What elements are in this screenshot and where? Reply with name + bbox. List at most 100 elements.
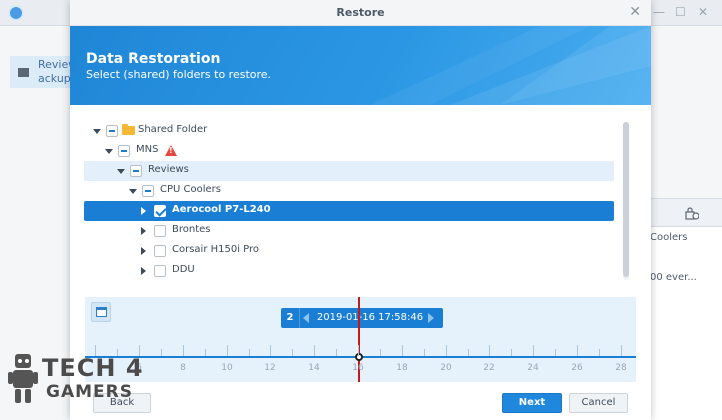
dialog-banner: Data Restoration Select (shared) folders… bbox=[70, 26, 651, 105]
watermark-line1: TECH 4 bbox=[42, 354, 144, 382]
timeline-tick bbox=[424, 349, 425, 356]
tree-row[interactable]: Brontes bbox=[84, 221, 614, 241]
tree-item-label: DDU bbox=[172, 264, 195, 275]
robot-mascot-icon bbox=[8, 354, 38, 403]
timeline-tick bbox=[161, 349, 162, 356]
collapse-arrow-icon[interactable] bbox=[129, 189, 137, 194]
timeline-tick-label: 8 bbox=[180, 363, 186, 373]
timeline-tick-label: 24 bbox=[527, 363, 539, 373]
tree-item-label: Reviews bbox=[148, 164, 189, 175]
tree-row[interactable]: Corsair H150i Pro bbox=[84, 241, 614, 261]
timeline-tick bbox=[402, 345, 403, 356]
timeline-tick bbox=[577, 345, 578, 356]
tree-checkbox[interactable] bbox=[154, 225, 166, 237]
tree-checkbox[interactable] bbox=[130, 165, 142, 177]
tree-checkbox[interactable] bbox=[154, 245, 166, 257]
timeline-tick-label: 14 bbox=[308, 363, 320, 373]
version-timeline[interactable]: 2 2019-01-16 17:58:46 6 8 10 12 14 16 18 20 22 24… bbox=[85, 297, 636, 382]
collapse-arrow-icon[interactable] bbox=[93, 129, 101, 134]
lock-icon[interactable] bbox=[685, 206, 699, 220]
tree-row[interactable]: Reviews bbox=[84, 161, 614, 181]
warning-icon bbox=[165, 145, 177, 156]
dialog-title: Restore bbox=[336, 6, 385, 19]
timeline-tick-label: 16 bbox=[352, 363, 364, 373]
calendar-icon bbox=[96, 307, 107, 317]
tree-checkbox[interactable] bbox=[154, 265, 166, 277]
timeline-tick bbox=[270, 345, 271, 356]
calendar-button[interactable] bbox=[91, 302, 111, 322]
maximize-icon[interactable]: ☐ bbox=[675, 5, 686, 19]
previous-version-icon[interactable] bbox=[303, 313, 309, 323]
close-icon[interactable]: ✕ bbox=[698, 5, 708, 19]
timeline-tick bbox=[336, 349, 337, 356]
timeline-tick bbox=[292, 349, 293, 356]
version-count: 2 bbox=[281, 308, 300, 328]
expand-arrow-icon[interactable] bbox=[141, 267, 146, 275]
watermark-line2: GAMERS bbox=[46, 382, 133, 402]
background-text-coolers: Coolers bbox=[650, 232, 688, 243]
timeline-tick bbox=[358, 345, 359, 356]
dialog-titlebar: Restore ✕ bbox=[70, 0, 651, 26]
folder-tree: Shared Folder MNS Reviews CPU Coolers Aeroco… bbox=[84, 118, 626, 298]
tree-row[interactable]: DDU bbox=[84, 261, 614, 281]
tree-item-label: Aerocool P7-L240 bbox=[172, 204, 271, 215]
tree-item-label: Shared Folder bbox=[138, 124, 208, 135]
tree-row[interactable]: Shared Folder bbox=[84, 121, 614, 141]
tree-row[interactable]: MNS bbox=[84, 141, 614, 161]
timeline-tick bbox=[533, 345, 534, 356]
version-selector: 2 2019-01-16 17:58:46 bbox=[281, 308, 443, 328]
timeline-tick bbox=[511, 349, 512, 356]
next-button[interactable]: Next bbox=[502, 393, 562, 413]
app-icon bbox=[8, 5, 24, 21]
tree-row[interactable]: Aerocool P7-L240 bbox=[84, 201, 614, 221]
tree-item-label: Corsair H150i Pro bbox=[172, 244, 260, 255]
banner-title: Data Restoration bbox=[86, 51, 221, 67]
background-text-schedule: 00 ever... bbox=[650, 272, 697, 283]
timeline-tick-label: 12 bbox=[264, 363, 276, 373]
restore-dialog: Restore ✕ Data Restoration Select (share… bbox=[70, 0, 651, 420]
timeline-tick bbox=[249, 349, 250, 356]
drive-icon bbox=[18, 68, 29, 77]
expand-arrow-icon[interactable] bbox=[141, 247, 146, 255]
help-icon[interactable]: — bbox=[653, 5, 665, 19]
timeline-tick-label: 28 bbox=[615, 363, 627, 373]
collapse-arrow-icon[interactable] bbox=[105, 149, 113, 154]
timeline-tick bbox=[621, 345, 622, 356]
timeline-needle-handle[interactable] bbox=[355, 353, 363, 361]
tree-scrollbar-thumb[interactable] bbox=[623, 122, 629, 277]
banner-subtitle: Select (shared) folders to restore. bbox=[86, 68, 272, 81]
timeline-tick bbox=[205, 349, 206, 356]
background-right-panel: Coolers 00 ever... bbox=[650, 198, 722, 420]
timeline-tick-label: 18 bbox=[396, 363, 408, 373]
tree-checkbox[interactable] bbox=[106, 125, 118, 137]
timeline-tick bbox=[314, 345, 315, 356]
tree-item-label: MNS bbox=[136, 144, 159, 155]
timeline-tick bbox=[489, 345, 490, 356]
timeline-tick bbox=[446, 345, 447, 356]
timeline-tick bbox=[183, 345, 184, 356]
expand-arrow-icon[interactable] bbox=[141, 207, 146, 215]
tree-row[interactable]: CPU Coolers bbox=[84, 181, 614, 201]
background-right-header bbox=[650, 199, 722, 227]
tree-checkbox[interactable] bbox=[118, 145, 130, 157]
watermark-logo: TECH 4 GAMERS bbox=[6, 348, 146, 414]
tree-checkbox[interactable] bbox=[142, 185, 154, 197]
timeline-tick bbox=[468, 349, 469, 356]
timeline-tick-label: 10 bbox=[221, 363, 233, 373]
timeline-tick bbox=[227, 345, 228, 356]
close-icon[interactable]: ✕ bbox=[629, 4, 641, 20]
sidebar-item-backup[interactable]: Review ackup bbox=[10, 56, 77, 88]
cancel-button[interactable]: Cancel bbox=[569, 393, 628, 413]
folder-icon bbox=[122, 124, 135, 135]
timeline-tick-label: 20 bbox=[440, 363, 452, 373]
next-version-icon[interactable] bbox=[428, 313, 434, 323]
expand-arrow-icon[interactable] bbox=[141, 227, 146, 235]
timeline-tick bbox=[380, 349, 381, 356]
tree-checkbox[interactable] bbox=[154, 205, 166, 217]
timeline-tick-label: 22 bbox=[483, 363, 495, 373]
timeline-tick bbox=[555, 349, 556, 356]
timeline-tick bbox=[599, 349, 600, 356]
collapse-arrow-icon[interactable] bbox=[117, 169, 125, 174]
tree-item-label: Brontes bbox=[172, 224, 211, 235]
selected-version-date: 2019-01-16 17:58:46 bbox=[316, 312, 424, 323]
